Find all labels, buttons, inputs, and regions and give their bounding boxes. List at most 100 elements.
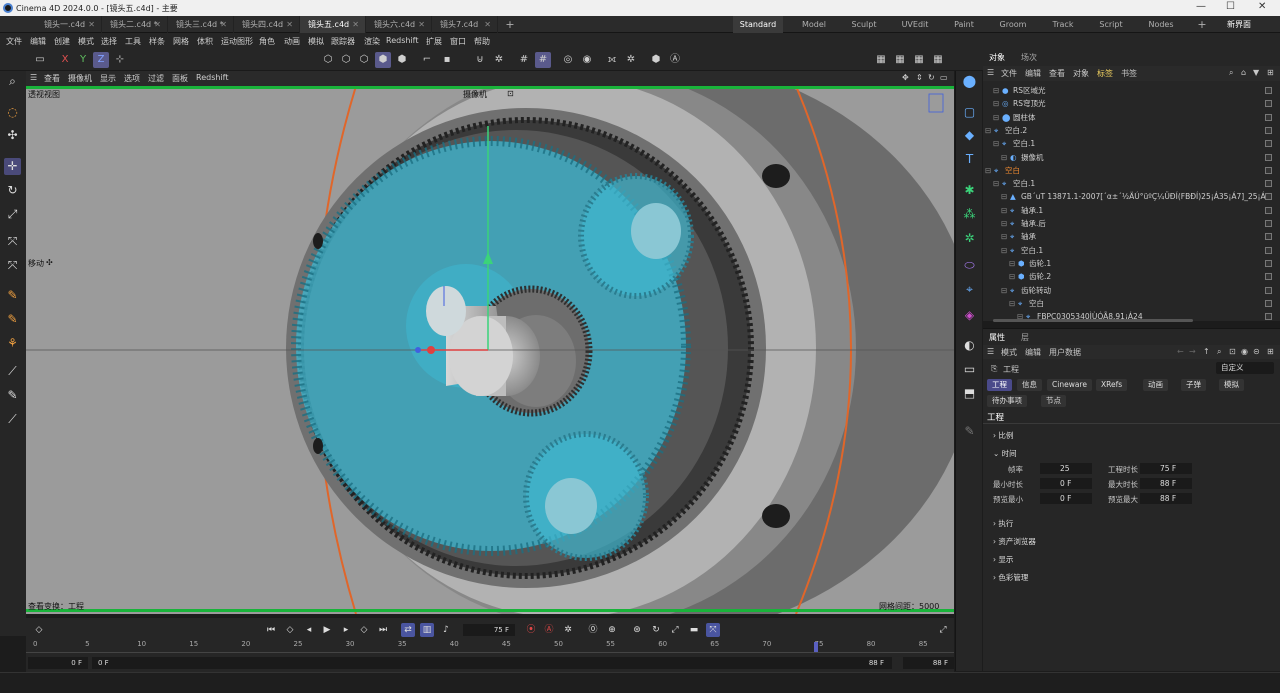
render-view-icon[interactable]: ▦ <box>873 52 889 68</box>
more-icon[interactable]: ⊝ <box>1253 347 1260 356</box>
doc-tab[interactable]: 镜头一.c4d ✕ <box>36 16 102 33</box>
expand-icon[interactable]: ⊟ <box>1009 257 1015 270</box>
prev-key-button[interactable]: ◇ <box>283 623 297 637</box>
pan-view-icon[interactable]: ✥ <box>902 73 909 82</box>
om-menu-bookmarks[interactable]: 书签 <box>1121 68 1137 79</box>
vp-menu-camera[interactable]: 摄像机 <box>68 73 92 84</box>
expand-icon[interactable]: ⊟ <box>993 137 999 150</box>
menu-edit[interactable]: 编辑 <box>30 36 46 47</box>
minimize-button[interactable]: — <box>1196 1 1206 12</box>
attr-tab-project[interactable]: 工程 <box>987 379 1012 391</box>
picture-viewer-icon[interactable]: ▦ <box>911 52 927 68</box>
expand-icon[interactable]: ⊟ <box>1001 284 1007 297</box>
visibility-checkbox[interactable] <box>1265 140 1272 148</box>
spline-pen-icon[interactable]: ✎ <box>4 287 21 304</box>
position-key-button[interactable]: ⊛ <box>630 623 644 637</box>
doc-tab[interactable]: 镜头四.c4d ✕ <box>234 16 300 33</box>
om-menu-edit[interactable]: 编辑 <box>1025 68 1041 79</box>
menu-mograph[interactable]: 运动图形 <box>221 36 253 47</box>
grid-snap-icon[interactable]: # <box>516 52 532 68</box>
null-icon[interactable]: ⌖ <box>961 281 978 298</box>
rotation-key-button[interactable]: ↻ <box>649 623 663 637</box>
layout-groom[interactable]: Groom <box>991 16 1035 33</box>
home-icon[interactable]: ⌂ <box>1241 68 1246 77</box>
layout-sculpt[interactable]: Sculpt <box>842 16 886 33</box>
visibility-checkbox[interactable] <box>1265 180 1272 188</box>
section-asset-browser[interactable]: › 资产浏览器 <box>993 536 1036 547</box>
z-axis-toggle[interactable]: Z <box>93 52 109 68</box>
tab-attributes[interactable]: 属性 <box>989 332 1005 343</box>
forward-arrow-icon[interactable]: → <box>1189 347 1196 356</box>
prev-frame-button[interactable]: ◂ <box>302 623 316 637</box>
object-row[interactable]: ⊟ ⌖ 齿轮转动 <box>983 284 1280 297</box>
visibility-checkbox[interactable] <box>1265 313 1272 321</box>
scale-key-button[interactable]: ⤢ <box>668 623 682 637</box>
menu-animate[interactable]: 动画 <box>284 36 300 47</box>
expand-icon[interactable]: ⊟ <box>1001 244 1007 257</box>
generator-icon[interactable]: ✲ <box>961 230 978 247</box>
symmetry-icon[interactable]: ⟗ <box>604 52 620 68</box>
preview-max-field[interactable]: 88 F <box>1140 493 1192 504</box>
object-row[interactable]: ⊟ ⬢ 齿轮.2 <box>983 270 1280 283</box>
visibility-checkbox[interactable] <box>1265 126 1272 134</box>
camera-object-icon[interactable]: ◐ <box>961 337 978 354</box>
visibility-checkbox[interactable] <box>1265 273 1272 281</box>
range-button[interactable]: ▥ <box>420 623 434 637</box>
close-tab-icon[interactable]: ✕ <box>220 16 227 33</box>
visibility-checkbox[interactable] <box>1265 113 1272 121</box>
timeline-window-button[interactable]: ⤢ <box>936 623 950 637</box>
visibility-checkbox[interactable] <box>1265 233 1272 241</box>
attr-tab-nodes[interactable]: 节点 <box>1041 395 1066 407</box>
menu-window[interactable]: 窗口 <box>450 36 466 47</box>
uv-mode-icon[interactable]: ⬢ <box>394 52 410 68</box>
section-display[interactable]: › 显示 <box>993 554 1013 565</box>
menu-volume[interactable]: 体积 <box>197 36 213 47</box>
visibility-checkbox[interactable] <box>1265 153 1272 161</box>
key-settings-button[interactable]: ✲ <box>561 623 575 637</box>
attr-menu-edit[interactable]: 编辑 <box>1025 347 1041 358</box>
sound-button[interactable]: ♪ <box>439 623 453 637</box>
layout-uvedit[interactable]: UVEdit <box>893 16 937 33</box>
playhead[interactable] <box>814 642 818 652</box>
menu-tracker[interactable]: 跟踪器 <box>331 36 355 47</box>
duration-field[interactable]: 75 F <box>1140 463 1192 474</box>
preview-min-field[interactable]: 0 F <box>1040 493 1092 504</box>
param-key-button[interactable]: ▬ <box>687 623 701 637</box>
om-menu-view[interactable]: 查看 <box>1049 68 1065 79</box>
menu-simulate[interactable]: 模拟 <box>308 36 324 47</box>
up-arrow-icon[interactable]: ↑ <box>1203 347 1210 356</box>
next-frame-button[interactable]: ▸ <box>339 623 353 637</box>
model-mode-icon[interactable]: ⬢ <box>375 52 391 68</box>
attr-tab-todo[interactable]: 待办事项 <box>987 395 1027 407</box>
section-time[interactable]: ⌄ 时间 <box>993 448 1017 459</box>
attr-menu-icon[interactable]: ☰ <box>987 347 994 356</box>
expand-icon[interactable]: ⊟ <box>993 84 999 97</box>
keyframe-diamond-icon[interactable]: ◇ <box>32 623 46 637</box>
filter-icon[interactable]: ▼ <box>1253 68 1259 77</box>
visibility-checkbox[interactable] <box>1265 206 1272 214</box>
auto-key-button[interactable]: Ⓐ <box>542 623 556 637</box>
tools-settings-icon[interactable]: ✲ <box>623 52 639 68</box>
tab-layers[interactable]: 层 <box>1021 332 1029 343</box>
visibility-checkbox[interactable] <box>1265 299 1272 307</box>
sculpt-icon[interactable]: ⟋ <box>4 411 21 428</box>
visibility-checkbox[interactable] <box>1265 246 1272 254</box>
vp-menu-redshift[interactable]: Redshift <box>196 73 228 82</box>
workplane-icon[interactable]: ⌐ <box>419 52 435 68</box>
pin-icon[interactable]: ◉ <box>1241 347 1248 356</box>
expand-icon[interactable]: ⊟ <box>1001 217 1007 230</box>
close-tab-icon[interactable]: ✕ <box>88 16 95 33</box>
preset-dropdown[interactable]: 自定义 <box>1216 362 1274 374</box>
menu-spline[interactable]: 样条 <box>149 36 165 47</box>
expand-icon[interactable]: ⊟ <box>1001 190 1007 203</box>
expand-icon[interactable]: ⊟ <box>985 164 991 177</box>
attr-tab-bullet[interactable]: 子弹 <box>1181 379 1206 391</box>
attr-menu-mode[interactable]: 模式 <box>1001 347 1017 358</box>
magnet-icon[interactable]: ⊍ <box>472 52 488 68</box>
current-frame-field[interactable]: 75 F <box>463 624 515 636</box>
expand-icon[interactable]: ⊟ <box>993 177 999 190</box>
coordinate-system-icon[interactable]: ⊹ <box>112 52 128 68</box>
new-ui-button[interactable]: 新界面 <box>1222 16 1256 33</box>
menu-help[interactable]: 帮助 <box>474 36 490 47</box>
layout-track[interactable]: Track <box>1041 16 1085 33</box>
